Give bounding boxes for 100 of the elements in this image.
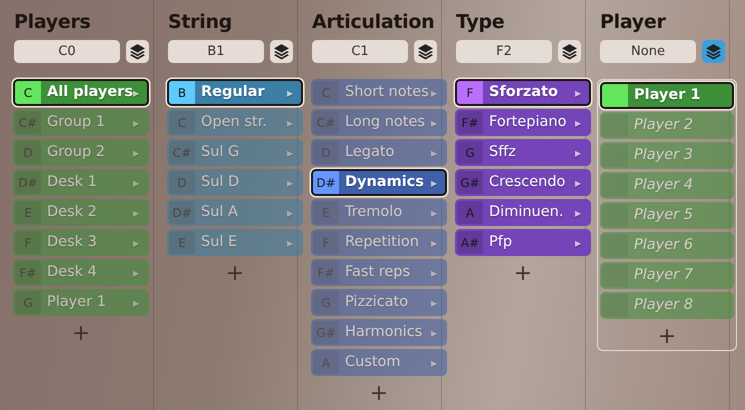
- arrow-icon: ▸: [431, 264, 445, 282]
- key-label: A: [313, 351, 339, 374]
- arrow-icon: ▸: [133, 294, 147, 312]
- key-label: D#: [313, 171, 339, 194]
- key-label: F#: [457, 111, 483, 134]
- list-item[interactable]: Player 3: [600, 142, 734, 169]
- layers-button[interactable]: [414, 40, 437, 63]
- key-label: G: [457, 141, 483, 164]
- list-item[interactable]: C Open str. ▸: [167, 109, 303, 136]
- column-title: Type: [456, 10, 504, 35]
- key-field[interactable]: None: [600, 40, 696, 63]
- arrow-icon: ▸: [133, 84, 147, 102]
- list-item[interactable]: E Sul E ▸: [167, 229, 303, 256]
- column-title: Player: [600, 10, 666, 35]
- list-item[interactable]: F Repetition ▸: [311, 229, 447, 256]
- arrow-icon: ▸: [575, 114, 589, 132]
- arrow-icon: ▸: [133, 204, 147, 222]
- column-title: Players: [14, 10, 91, 35]
- arrow-icon: ▸: [431, 294, 445, 312]
- key-label: A: [457, 201, 483, 224]
- key-field[interactable]: B1: [168, 40, 264, 63]
- add-button[interactable]: +: [220, 263, 250, 285]
- arrow-icon: ▸: [133, 144, 147, 162]
- key-label: F#: [313, 261, 339, 284]
- arrow-icon: ▸: [431, 234, 445, 252]
- arrow-icon: ▸: [287, 84, 301, 102]
- key-field[interactable]: C0: [14, 40, 120, 63]
- key-label: C#: [313, 111, 339, 134]
- arrow-icon: ▸: [575, 174, 589, 192]
- list-item[interactable]: A# Pfp ▸: [455, 229, 591, 256]
- list-item[interactable]: C# Long notes ▸: [311, 109, 447, 136]
- list-item[interactable]: Player 2: [600, 112, 734, 139]
- key-label: C: [313, 81, 339, 104]
- key-label: F: [457, 81, 483, 104]
- arrow-icon: ▸: [287, 114, 301, 132]
- list-item[interactable]: D Legato ▸: [311, 139, 447, 166]
- key-field[interactable]: C1: [312, 40, 408, 63]
- list-item[interactable]: A Diminuen. ▸: [455, 199, 591, 226]
- list-item[interactable]: F# Fast reps ▸: [311, 259, 447, 286]
- layers-button[interactable]: [558, 40, 581, 63]
- arrow-icon: ▸: [431, 114, 445, 132]
- arrow-icon: ▸: [431, 354, 445, 372]
- key-label: E: [169, 231, 195, 254]
- list-item[interactable]: Player 1: [600, 82, 734, 109]
- add-button[interactable]: +: [364, 383, 394, 405]
- arrow-icon: ▸: [431, 204, 445, 222]
- list-item[interactable]: D# Dynamics ▸: [311, 169, 447, 196]
- list-item[interactable]: Player 6: [600, 232, 734, 259]
- list-item[interactable]: G# Crescendo ▸: [455, 169, 591, 196]
- list-item[interactable]: C All players▸: [13, 79, 149, 106]
- arrow-icon: ▸: [575, 144, 589, 162]
- key-label: G#: [313, 321, 339, 344]
- key-label: A#: [457, 231, 483, 254]
- key-label: G#: [457, 171, 483, 194]
- list-item[interactable]: E Tremolo ▸: [311, 199, 447, 226]
- arrow-icon: ▸: [133, 264, 147, 282]
- arrow-icon: ▸: [133, 174, 147, 192]
- arrow-icon: ▸: [287, 174, 301, 192]
- list-item[interactable]: G Pizzicato ▸: [311, 289, 447, 316]
- add-button[interactable]: +: [652, 326, 682, 348]
- layers-button[interactable]: [126, 40, 149, 63]
- key-label: D#: [169, 201, 195, 224]
- key-label: F: [313, 231, 339, 254]
- list-item[interactable]: F# Fortepiano ▸: [455, 109, 591, 136]
- list-item[interactable]: B Regular ▸: [167, 79, 303, 106]
- list-item[interactable]: Player 4: [600, 172, 734, 199]
- list-item[interactable]: C# Sul G ▸: [167, 139, 303, 166]
- list-item[interactable]: Player 5: [600, 202, 734, 229]
- list-item[interactable]: D# Sul A ▸: [167, 199, 303, 226]
- layers-button[interactable]: [702, 40, 725, 63]
- key-label: G: [313, 291, 339, 314]
- list-item[interactable]: G Sffz ▸: [455, 139, 591, 166]
- layers-button[interactable]: [270, 40, 293, 63]
- key-label: D: [169, 171, 195, 194]
- arrow-icon: ▸: [287, 204, 301, 222]
- arrow-icon: ▸: [431, 324, 445, 342]
- add-button[interactable]: +: [508, 263, 538, 285]
- arrow-icon: ▸: [431, 144, 445, 162]
- list-item[interactable]: Player 7: [600, 262, 734, 289]
- list-item[interactable]: G# Harmonics ▸: [311, 319, 447, 346]
- list-item[interactable]: F Sforzato ▸: [455, 79, 591, 106]
- arrow-icon: ▸: [431, 84, 445, 102]
- arrow-icon: ▸: [133, 234, 147, 252]
- column-title: Articulation: [312, 10, 434, 35]
- key-label: B: [169, 81, 195, 104]
- arrow-icon: ▸: [575, 84, 589, 102]
- arrow-icon: ▸: [575, 234, 589, 252]
- list-item[interactable]: A Custom ▸: [311, 349, 447, 376]
- key-label: D: [313, 141, 339, 164]
- key-label: C: [169, 111, 195, 134]
- key-label: C#: [169, 141, 195, 164]
- key-field[interactable]: F2: [456, 40, 552, 63]
- list-item[interactable]: Player 8: [600, 292, 734, 319]
- list-item[interactable]: D Sul D ▸: [167, 169, 303, 196]
- add-button[interactable]: +: [66, 323, 96, 345]
- column-title: String: [168, 10, 232, 35]
- arrow-icon: ▸: [575, 204, 589, 222]
- list-item[interactable]: C Short notes▸: [311, 79, 447, 106]
- key-label: E: [313, 201, 339, 224]
- arrow-icon: ▸: [287, 144, 301, 162]
